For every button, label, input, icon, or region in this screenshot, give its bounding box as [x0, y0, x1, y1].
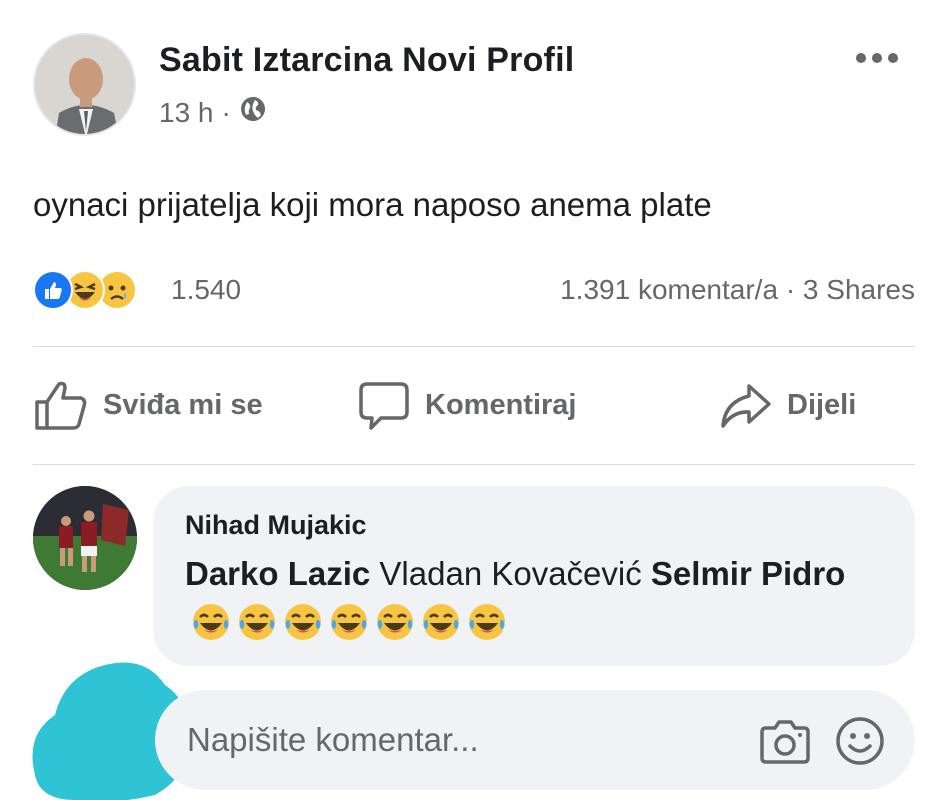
comment-plain-name: Vladan Kovačević: [379, 555, 642, 592]
more-dots-icon: [856, 53, 898, 63]
shares-count-link[interactable]: 3 Shares: [803, 274, 915, 305]
post-header: Sabit Iztarcina Novi Profil 13 h ·: [33, 33, 913, 143]
laughing-tears-emoji-icon: [285, 604, 321, 641]
share-label: Dijeli: [787, 388, 857, 421]
reaction-icons[interactable]: [33, 270, 137, 310]
camera-icon: [760, 720, 810, 764]
divider-bottom: [33, 464, 915, 465]
reactions-row: 1.540 1.391 komentar/a · 3 Shares: [33, 268, 915, 314]
reaction-count[interactable]: 1.540: [171, 274, 241, 306]
post-text: oynaci prijatelja koji mora naposo anema…: [33, 186, 712, 223]
meta-separator: ·: [221, 96, 231, 128]
comment-item: Nihad Mujakic Darko Lazic Vladan Kovačev…: [33, 484, 915, 674]
divider-top: [33, 346, 915, 347]
comment-text: Darko Lazic Vladan Kovačević Selmir Pidr…: [185, 551, 883, 643]
post-meta: 13 h ·: [159, 95, 267, 130]
commenter-avatar[interactable]: [33, 486, 137, 590]
mention-darko[interactable]: Darko Lazic: [185, 555, 370, 592]
like-label: Sviđa mi se: [103, 388, 263, 421]
more-options-button[interactable]: [853, 43, 901, 73]
laughing-emoji-row: [191, 602, 507, 642]
laughing-tears-emoji-icon: [331, 604, 367, 641]
post-actions: Sviđa mi se Komentiraj Dijeli: [33, 370, 915, 440]
post-author-name[interactable]: Sabit Iztarcina Novi Profil: [159, 41, 574, 80]
author-avatar[interactable]: [33, 33, 136, 136]
camera-button[interactable]: [760, 718, 810, 764]
share-button[interactable]: Dijeli: [719, 370, 856, 440]
like-button[interactable]: Sviđa mi se: [33, 370, 263, 440]
emoji-button[interactable]: [835, 716, 885, 766]
share-arrow-icon: [721, 384, 771, 428]
laughing-tears-emoji-icon: [193, 604, 229, 641]
comments-count-link[interactable]: 1.391 komentar/a: [560, 274, 778, 305]
laughing-tears-emoji-icon: [377, 604, 413, 641]
comment-button[interactable]: Komentiraj: [357, 370, 576, 440]
mention-selmir[interactable]: Selmir Pidro: [651, 555, 845, 592]
post-stats: 1.391 komentar/a · 3 Shares: [560, 274, 915, 306]
commenter-name[interactable]: Nihad Mujakic: [185, 510, 883, 541]
like-reaction-icon: [33, 270, 73, 310]
comment-input[interactable]: [187, 690, 707, 790]
comment-bubble-icon: [359, 382, 409, 430]
comment-composer: [155, 690, 915, 790]
laughing-tears-emoji-icon: [423, 604, 459, 641]
stats-separator: ·: [785, 274, 796, 305]
comment-bubble: Nihad Mujakic Darko Lazic Vladan Kovačev…: [153, 486, 915, 666]
globe-icon: [239, 95, 267, 130]
laughing-tears-emoji-icon: [469, 604, 505, 641]
comment-label: Komentiraj: [425, 388, 577, 421]
smiley-icon: [836, 717, 884, 765]
laughing-tears-emoji-icon: [239, 604, 275, 641]
thumbs-up-icon: [35, 381, 87, 430]
post-timestamp[interactable]: 13 h: [159, 97, 214, 129]
